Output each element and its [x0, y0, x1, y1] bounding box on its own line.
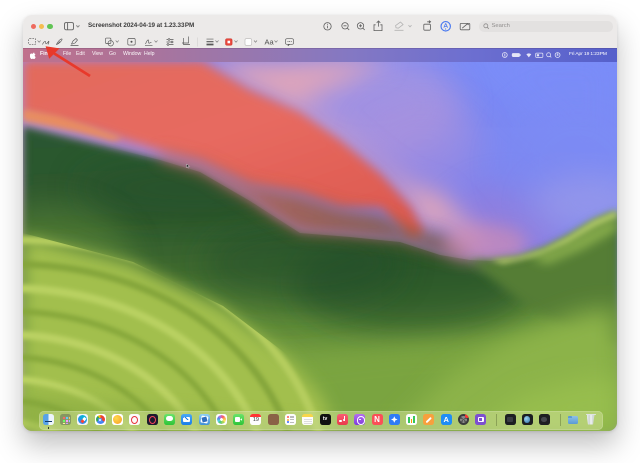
svg-text:Aa: Aa	[265, 38, 275, 47]
